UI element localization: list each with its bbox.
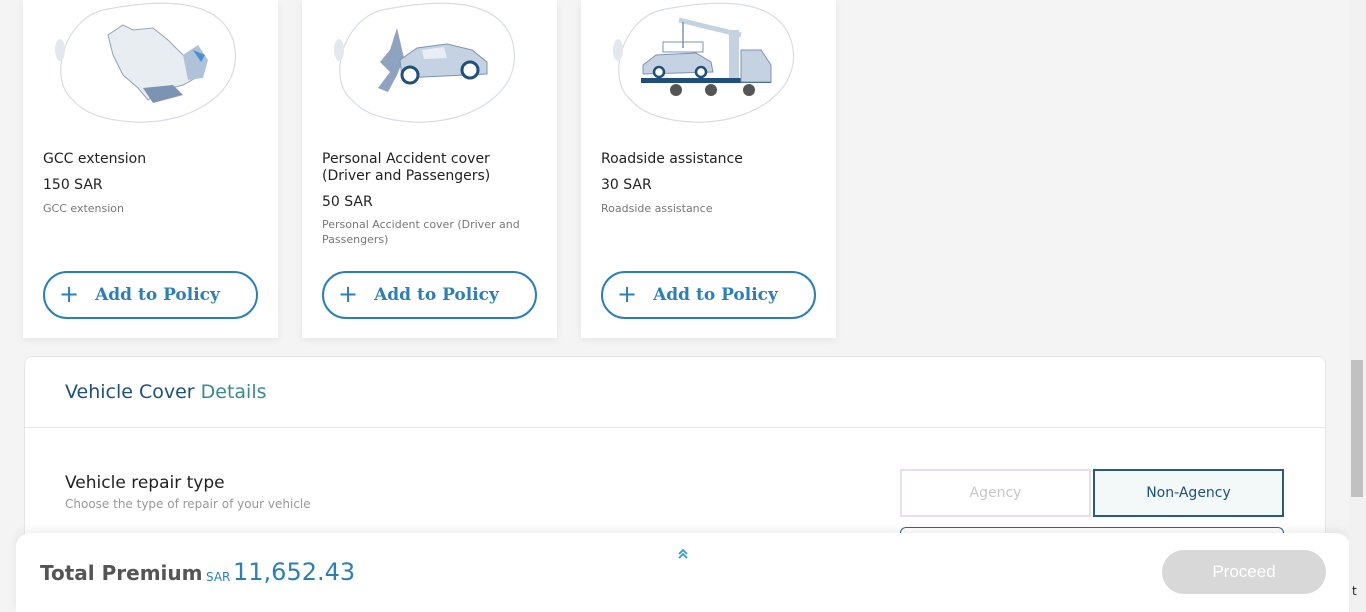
plus-icon: +: [59, 280, 80, 308]
addon-card-gcc: GCC extension 150 SAR GCC extension + Ad…: [23, 0, 278, 338]
non-agency-option[interactable]: Non-Agency: [1093, 469, 1284, 517]
addon-description: Roadside assistance: [601, 202, 713, 215]
addon-price: 50 SAR: [322, 194, 373, 210]
currency-label: SAR: [206, 570, 231, 584]
tow-truck-icon: [613, 2, 794, 123]
vehicle-cover-header: Vehicle Cover Details: [25, 357, 1325, 428]
plus-icon: +: [617, 280, 638, 308]
add-to-policy-label: Add to Policy: [374, 285, 499, 305]
scrollbar-thumb[interactable]: [1351, 360, 1363, 497]
add-to-policy-button[interactable]: + Add to Policy: [43, 271, 258, 319]
addon-title: Personal Accident cover (Driver and Pass…: [322, 151, 491, 184]
total-premium-amount: 11,652.43: [233, 558, 356, 586]
add-to-policy-button[interactable]: + Add to Policy: [601, 271, 816, 319]
addon-price: 150 SAR: [43, 177, 103, 193]
add-to-policy-label: Add to Policy: [653, 285, 778, 305]
total-premium-label: Total Premium: [40, 561, 203, 585]
vehicle-cover-title-details: Details: [200, 381, 267, 403]
agency-option[interactable]: Agency: [900, 469, 1091, 517]
edge-text: t: [1352, 584, 1357, 598]
repair-type-label: Vehicle repair type: [65, 473, 225, 493]
add-to-policy-button[interactable]: + Add to Policy: [322, 271, 537, 319]
proceed-button[interactable]: Proceed: [1162, 550, 1326, 594]
addon-description: Personal Accident cover (Driver and Pass…: [322, 218, 520, 246]
vehicle-cover-title: Vehicle Cover: [65, 381, 195, 403]
addon-card-roadside: Roadside assistance 30 SAR Roadside assi…: [581, 0, 836, 338]
addon-price: 30 SAR: [601, 177, 652, 193]
scrollbar[interactable]: [1349, 0, 1366, 612]
chevron-up-icon[interactable]: [676, 547, 690, 561]
plus-icon: +: [338, 280, 359, 308]
premium-footer: Total Premium SAR 11,652.43 Proceed: [16, 533, 1350, 612]
addon-title: GCC extension: [43, 151, 147, 167]
gcc-map-icon: [55, 2, 236, 123]
add-to-policy-label: Add to Policy: [95, 285, 220, 305]
addon-card-personal-accident: Personal Accident cover (Driver and Pass…: [302, 0, 557, 338]
addon-title: Roadside assistance: [601, 151, 743, 167]
repair-type-subtitle: Choose the type of repair of your vehicl…: [65, 497, 311, 511]
addon-description: GCC extension: [43, 202, 125, 215]
car-accident-icon: [334, 2, 515, 123]
